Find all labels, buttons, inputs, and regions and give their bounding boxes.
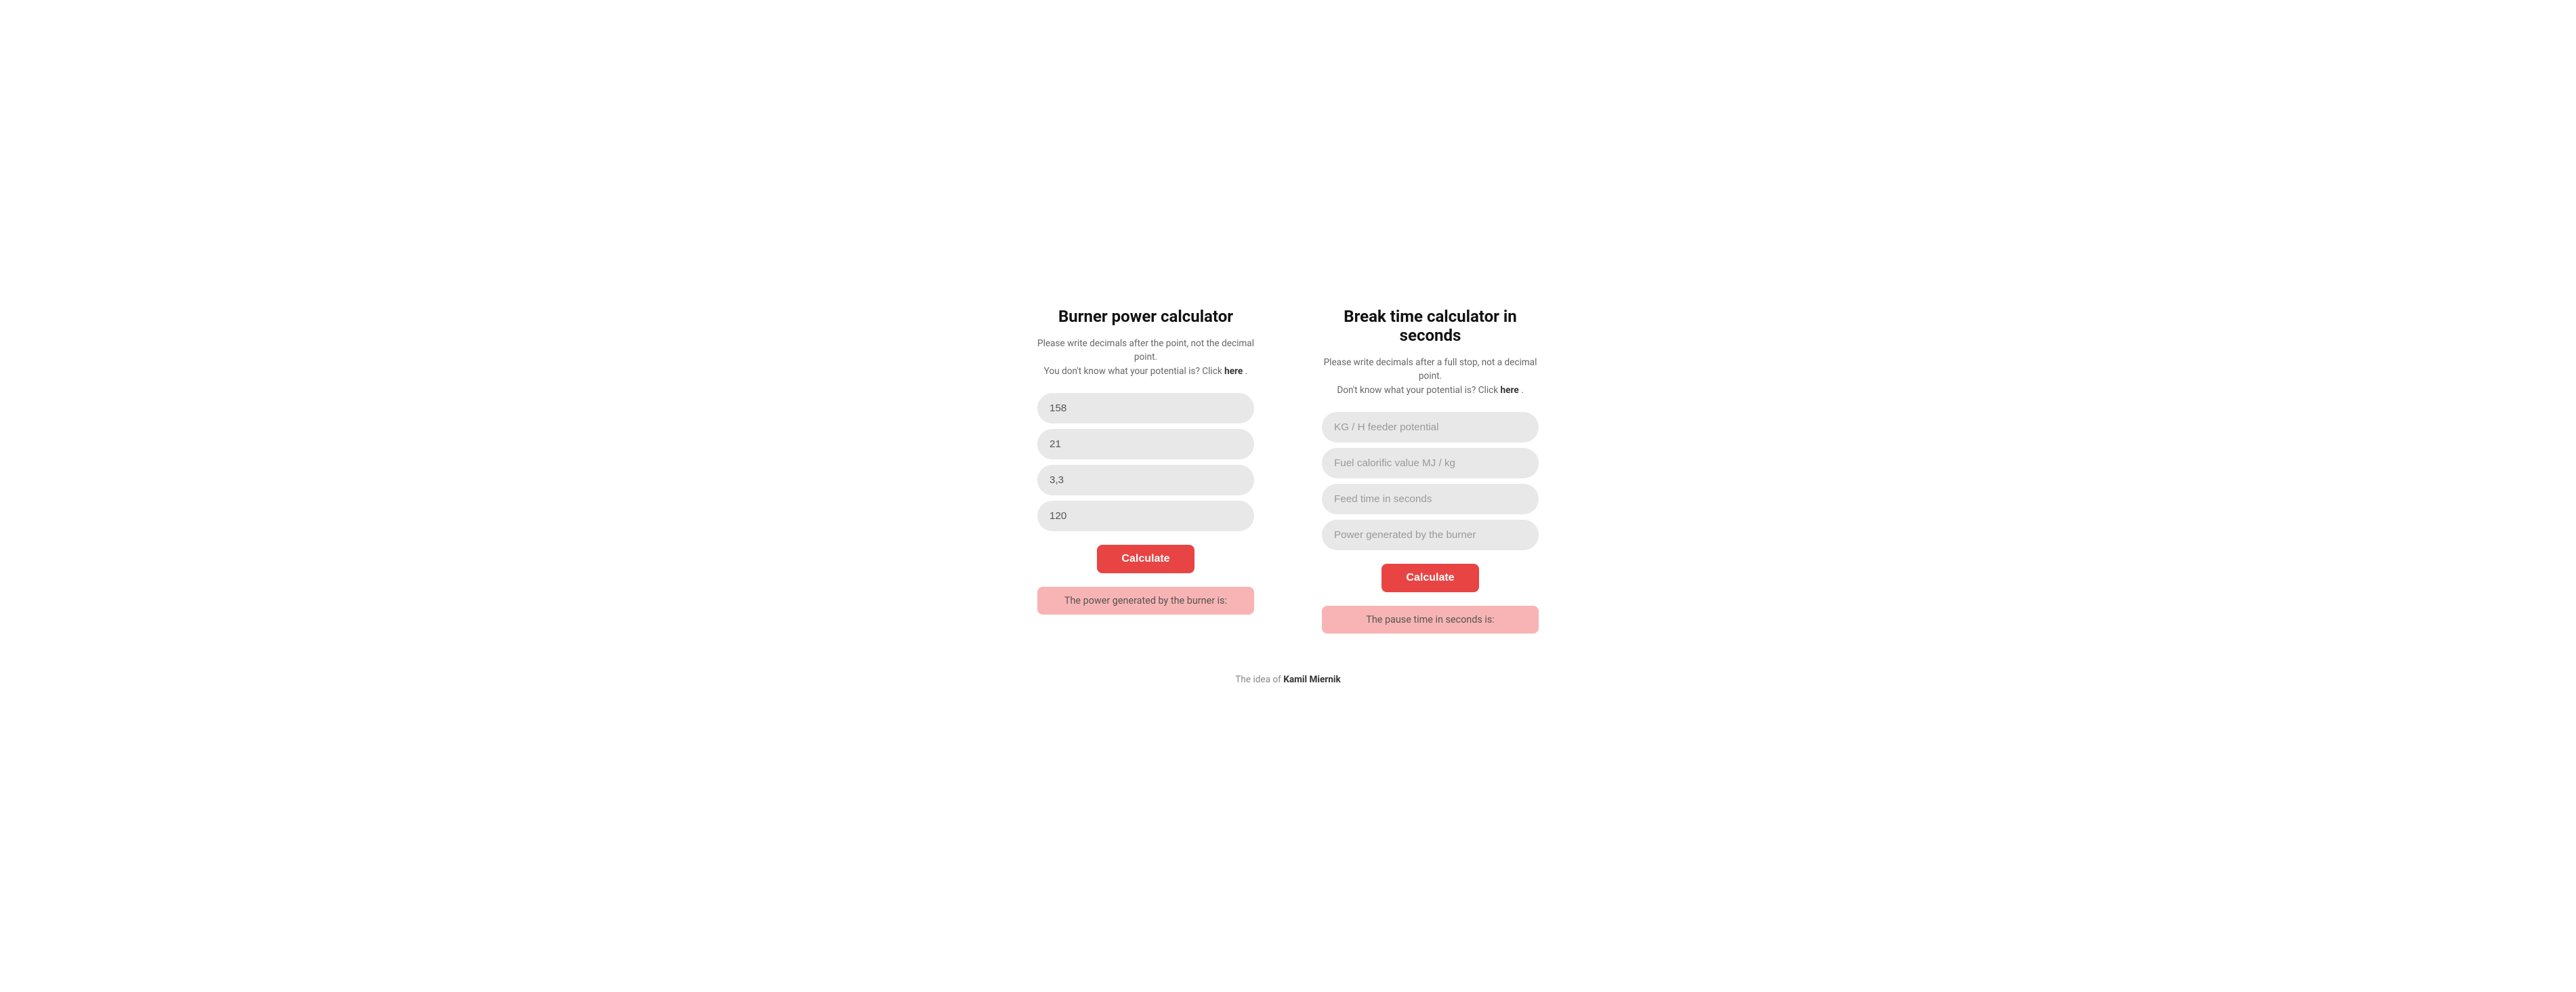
right-result-box: The pause time in seconds is: [1322,606,1539,634]
main-container: Burner power calculator Please write dec… [881,307,1695,634]
right-input-1[interactable] [1322,412,1539,442]
footer: The idea of Kamil Miernik [1235,674,1341,685]
right-subtitle: Please write decimals after a full stop,… [1322,356,1539,397]
right-here-link[interactable]: here [1501,385,1519,396]
right-inputs [1322,412,1539,550]
left-input-3[interactable] [1037,465,1254,495]
right-calculate-button[interactable]: Calculate [1382,564,1478,592]
left-subtitle: Please write decimals after the point, n… [1037,337,1254,378]
left-here-link[interactable]: here [1224,366,1243,377]
right-input-3[interactable] [1322,484,1539,514]
left-title: Burner power calculator [1058,307,1233,326]
left-calculator: Burner power calculator Please write dec… [1037,307,1254,615]
left-input-4[interactable] [1037,501,1254,531]
left-calculate-button[interactable]: Calculate [1097,545,1194,573]
footer-author: Kamil Miernik [1283,674,1341,685]
left-input-2[interactable] [1037,429,1254,459]
right-input-2[interactable] [1322,448,1539,478]
right-input-4[interactable] [1322,520,1539,550]
left-input-1[interactable] [1037,393,1254,423]
left-result-box: The power generated by the burner is: [1037,587,1254,615]
left-result-label: The power generated by the burner is: [1064,595,1227,606]
left-inputs [1037,393,1254,531]
right-result-label: The pause time in seconds is: [1366,614,1495,625]
right-title: Break time calculator in seconds [1322,307,1539,345]
right-calculator: Break time calculator in seconds Please … [1322,307,1539,634]
